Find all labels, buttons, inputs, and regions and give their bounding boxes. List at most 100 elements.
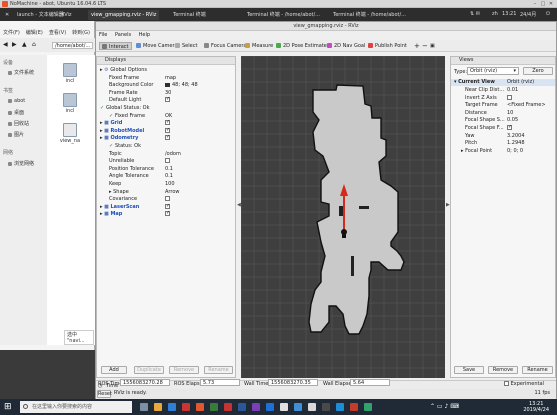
display-row-value[interactable]: 0.1 bbox=[165, 166, 173, 173]
view-type-select[interactable]: Orbit (rviz) ▾ bbox=[467, 67, 519, 75]
display-row-value[interactable]: 100 bbox=[165, 181, 175, 188]
sidebar-item-trash[interactable]: 回收站 bbox=[8, 120, 29, 127]
view-property-value[interactable]: 0; 0; 0 bbox=[507, 148, 523, 155]
ros-time-field[interactable]: 1556083270.28 bbox=[120, 379, 170, 386]
display-row-value[interactable]: Arrow bbox=[165, 189, 179, 196]
fm-menu-go[interactable]: 转到(G) bbox=[72, 30, 90, 36]
display-row[interactable]: ✓ Global Status: Ok bbox=[97, 105, 235, 112]
checkbox-icon[interactable] bbox=[165, 203, 170, 210]
display-row-value[interactable]: 0.1 bbox=[165, 173, 173, 180]
display-row[interactable]: Position Tolerance 0.1 bbox=[97, 166, 235, 173]
panel-close-icon[interactable]: ✕ bbox=[2, 10, 12, 20]
view-property-row[interactable]: Focal Shape S... 0.05 bbox=[451, 117, 555, 124]
view-property-row[interactable]: Invert Z Axis bbox=[451, 94, 555, 102]
tool-measure[interactable]: Measure bbox=[243, 42, 275, 50]
panel-clock[interactable]: 13:21 bbox=[502, 11, 516, 17]
sidebar-item-pictures[interactable]: 图片 bbox=[8, 131, 24, 138]
tool-focus-camera[interactable]: Focus Camera bbox=[202, 42, 249, 50]
taskbar-clock[interactable]: 13:21 2019/4/24 bbox=[523, 401, 549, 413]
camera-icon[interactable]: ▣ bbox=[428, 42, 437, 50]
close-icon[interactable]: ✕ bbox=[547, 1, 555, 7]
experimental-checkbox[interactable]: Experimental bbox=[504, 380, 544, 389]
fm-menu-view[interactable]: 查看(V) bbox=[49, 30, 66, 36]
display-row-value[interactable]: /odom bbox=[165, 151, 181, 158]
locale-indicator[interactable]: zh bbox=[492, 11, 498, 17]
rename-view-button[interactable]: Rename bbox=[522, 366, 553, 374]
app-icon[interactable] bbox=[350, 403, 358, 411]
view-property-row[interactable]: Pitch 1.2948 bbox=[451, 140, 555, 147]
panel-tab-terminal-3[interactable]: Terminal 终端 - /home/abot/... bbox=[330, 10, 409, 20]
menu-file[interactable]: File bbox=[99, 32, 107, 38]
menu-help[interactable]: Help bbox=[139, 32, 150, 38]
back-icon[interactable]: ◀ bbox=[3, 41, 8, 48]
forward-icon[interactable]: ▶ bbox=[12, 41, 17, 48]
app-icon[interactable] bbox=[322, 403, 330, 411]
zero-button[interactable]: Zero bbox=[523, 67, 553, 75]
tool-publish-point[interactable]: Publish Point bbox=[366, 42, 409, 50]
panel-date[interactable]: 24/4月 bbox=[520, 11, 536, 18]
display-row[interactable]: ▸ ⚙ Global Options bbox=[97, 67, 235, 74]
display-row[interactable]: Fixed Frame map bbox=[97, 75, 235, 82]
display-row[interactable]: ✓ Status: Ok bbox=[97, 143, 235, 150]
display-row-value[interactable]: 48; 48; 48 bbox=[165, 82, 198, 89]
minimize-icon[interactable]: – bbox=[531, 1, 539, 7]
panel-tab-view-gmapping[interactable]: view_gmapping.rviz - RViz bbox=[88, 10, 160, 20]
display-row-value[interactable] bbox=[165, 96, 170, 104]
save-view-button[interactable]: Save bbox=[454, 366, 484, 374]
view-property-value[interactable]: 10 bbox=[507, 110, 513, 117]
view-property-value[interactable]: <Fixed Frame> bbox=[507, 102, 546, 109]
remove-display-button[interactable]: Remove bbox=[169, 366, 199, 374]
taskbar-search[interactable]: 在这里输入你要搜索的内容 bbox=[20, 401, 132, 413]
add-display-button[interactable]: Add bbox=[101, 366, 127, 374]
view-property-row[interactable]: ▸ Focal Point 0; 0; 0 bbox=[451, 148, 555, 155]
windows-start-icon[interactable]: ⊞ bbox=[4, 402, 14, 412]
checkbox-icon[interactable] bbox=[165, 127, 170, 134]
view-property-row[interactable]: Near Clip Dist... 0.01 bbox=[451, 87, 555, 94]
checkbox-icon[interactable] bbox=[165, 158, 170, 164]
display-row-value[interactable] bbox=[165, 134, 170, 142]
tool-interact[interactable]: Interact bbox=[99, 42, 132, 50]
fm-menu-file[interactable]: 文件(F) bbox=[3, 30, 20, 36]
view-property-value[interactable]: 3.2004 bbox=[507, 133, 525, 140]
checkbox-icon[interactable] bbox=[165, 96, 170, 103]
app-icon[interactable] bbox=[294, 403, 302, 411]
checkbox-icon[interactable] bbox=[165, 196, 170, 202]
reset-button[interactable]: Reset bbox=[97, 390, 112, 398]
sidebar-item-browse-network[interactable]: 浏览网络 bbox=[8, 160, 34, 167]
app-icon[interactable] bbox=[224, 403, 232, 411]
display-row[interactable]: Background Color 48; 48; 48 bbox=[97, 82, 235, 89]
sidebar-item-home[interactable]: abot bbox=[8, 98, 25, 104]
view-property-row[interactable]: Target Frame <Fixed Frame> bbox=[451, 102, 555, 109]
checkbox-icon[interactable] bbox=[165, 134, 170, 141]
panel-tab-terminal-1[interactable]: Terminal 终端 bbox=[170, 10, 209, 20]
panel-tab-rviz[interactable]: RViz bbox=[58, 10, 75, 20]
display-row[interactable]: Unreliable bbox=[97, 158, 235, 165]
tool-select[interactable]: Select bbox=[173, 42, 199, 50]
app-icon[interactable] bbox=[266, 403, 274, 411]
display-row-value[interactable]: map bbox=[165, 75, 176, 82]
view-property-value[interactable]: 0.01 bbox=[507, 87, 518, 94]
fm-menu-edit[interactable]: 编辑(E) bbox=[26, 30, 43, 36]
display-row[interactable]: ▸ ■ Map bbox=[97, 210, 235, 218]
app-icon[interactable] bbox=[252, 403, 260, 411]
location-bar[interactable]: /home/abot/... bbox=[52, 42, 94, 49]
current-view-row[interactable]: ▾ Current View Orbit (rviz) bbox=[451, 79, 555, 86]
tool-2d-nav-goal[interactable]: 2D Nav Goal bbox=[325, 42, 367, 50]
checkbox-icon[interactable] bbox=[165, 119, 170, 126]
rename-display-button[interactable]: Rename bbox=[204, 366, 233, 374]
ros-elapsed-field[interactable]: 5.73 bbox=[200, 379, 240, 386]
app-icon[interactable] bbox=[336, 403, 344, 411]
system-tray-icons[interactable]: ⌃ ▭ ♪ ⌨ bbox=[430, 403, 459, 410]
app-icon[interactable] bbox=[364, 403, 372, 411]
duplicate-display-button[interactable]: Duplicate bbox=[134, 366, 164, 374]
app-icon[interactable] bbox=[280, 403, 288, 411]
file-item[interactable]: incl bbox=[57, 93, 83, 114]
render-view[interactable] bbox=[241, 56, 445, 378]
display-row[interactable]: Keep 100 bbox=[97, 181, 235, 188]
app-icon[interactable] bbox=[210, 403, 218, 411]
task-view-icon[interactable] bbox=[140, 403, 148, 411]
app-icon[interactable] bbox=[182, 403, 190, 411]
view-property-value[interactable] bbox=[507, 94, 512, 102]
display-row[interactable]: ▸ Shape Arrow bbox=[97, 189, 235, 196]
file-item[interactable]: view_na bbox=[57, 123, 83, 144]
